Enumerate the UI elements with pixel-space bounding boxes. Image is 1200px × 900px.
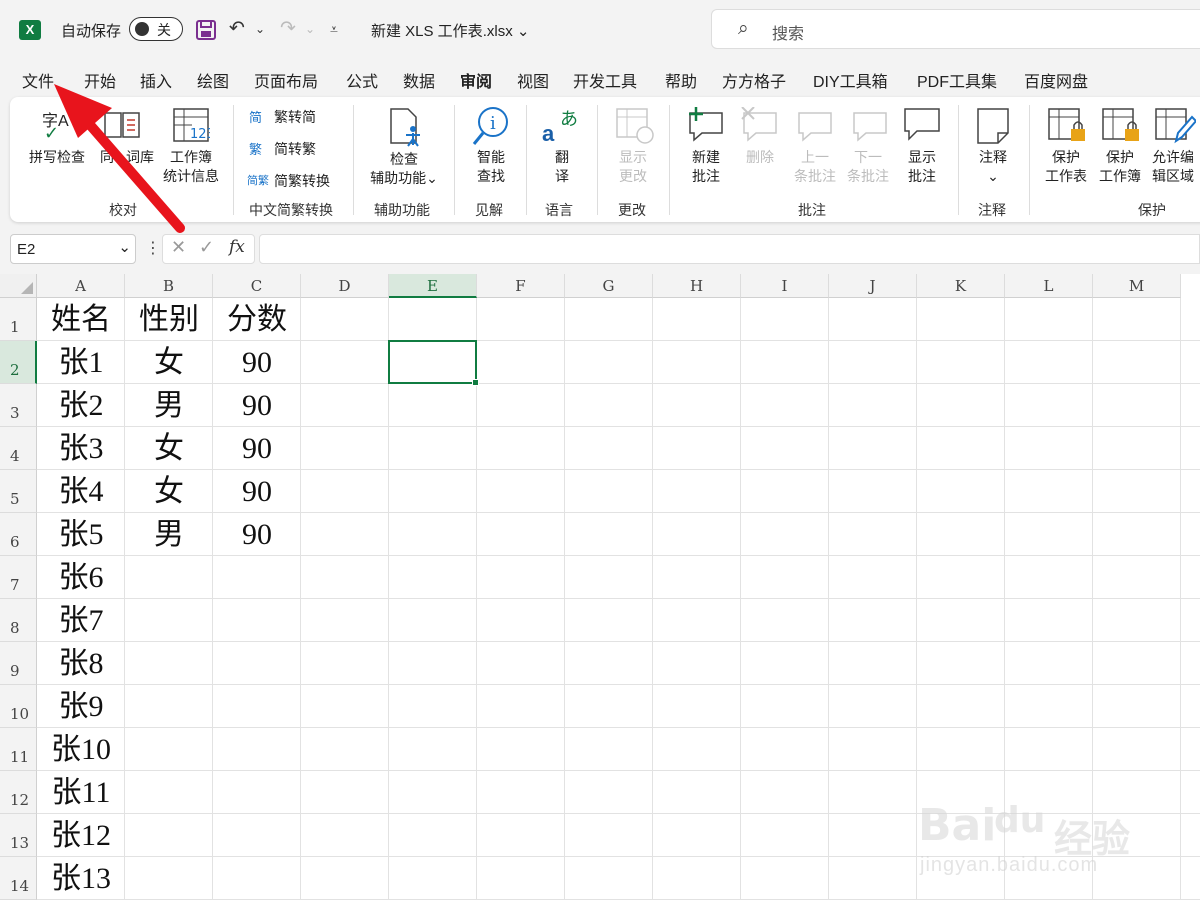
excel-window: X 自动保存 关 ↶ ⌄ ↷ ⌄ ⩡ 新建 XLS 工作表.xlsx ⌄ ⌕ 搜… xyxy=(0,0,1200,900)
red-annotation-arrow xyxy=(54,84,185,233)
arrow-shaft xyxy=(79,113,185,233)
arrow-head xyxy=(54,84,112,138)
